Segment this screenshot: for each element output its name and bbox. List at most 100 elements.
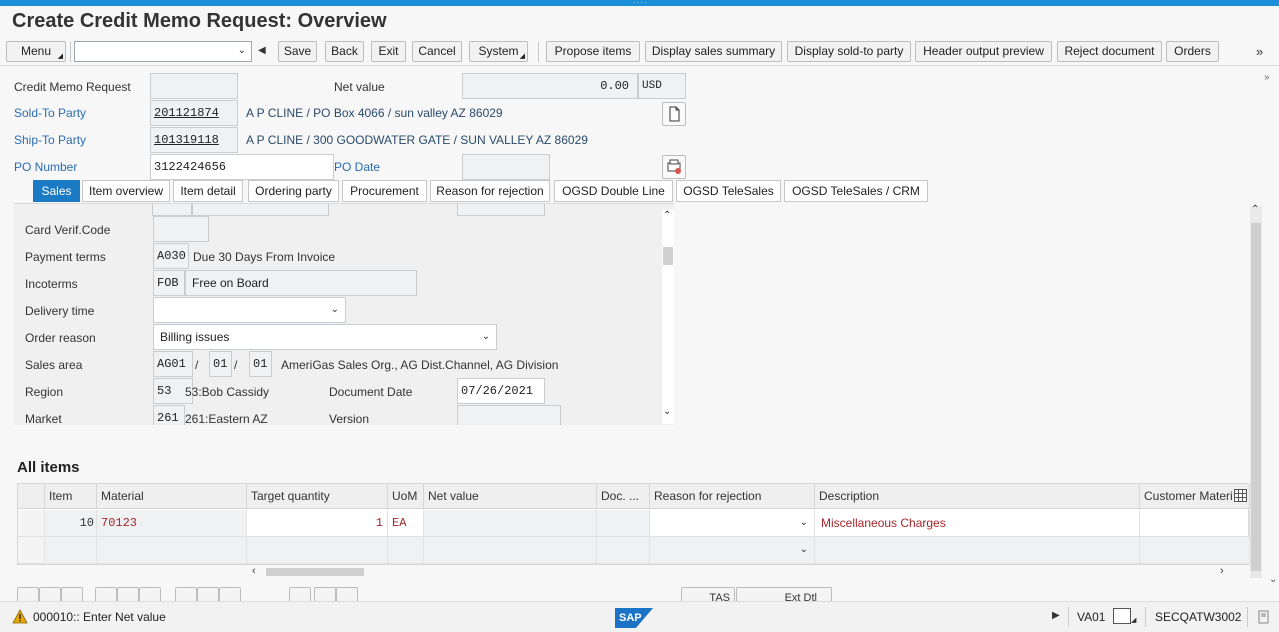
- chevron-up-icon[interactable]: ⌃: [663, 210, 671, 221]
- drag-grip-icon[interactable]: ····: [633, 0, 647, 7]
- chevron-down-icon[interactable]: ⌄: [1269, 574, 1277, 585]
- row-customer-material-cell[interactable]: [1140, 510, 1250, 537]
- column-header-doc[interactable]: Doc. ...: [597, 484, 650, 509]
- details-icon[interactable]: [17, 587, 39, 601]
- tab-ogsd-telesales-crm[interactable]: OGSD TeleSales / CRM: [784, 180, 928, 202]
- chevron-right-icon[interactable]: ›: [1220, 565, 1224, 577]
- row-net-value-cell[interactable]: [424, 510, 597, 537]
- table-horizontal-scrollbar[interactable]: ‹ ›: [250, 565, 1232, 579]
- expand-chevron-icon[interactable]: »: [1264, 72, 1270, 83]
- column-header-net-value[interactable]: Net value: [424, 484, 597, 509]
- print-preview-icon[interactable]: [662, 155, 686, 179]
- payment-terms-field[interactable]: A030: [153, 243, 189, 269]
- save-button[interactable]: Save: [278, 41, 317, 62]
- propose-items-button[interactable]: Propose items: [546, 41, 640, 62]
- row-material-cell[interactable]: 70123: [97, 510, 247, 537]
- delivery-time-select[interactable]: ⌄: [153, 297, 346, 323]
- tab-ogsd-double-line[interactable]: OGSD Double Line: [554, 180, 673, 202]
- partners-icon[interactable]: [314, 587, 336, 601]
- po-date-field[interactable]: [462, 154, 550, 180]
- status-message[interactable]: 000010:: Enter Net value: [33, 610, 166, 624]
- dropdown-triangle-icon[interactable]: ◢: [1131, 616, 1136, 624]
- exit-button[interactable]: Exit: [371, 41, 406, 62]
- row-selector[interactable]: [18, 510, 45, 537]
- sales-org-field[interactable]: AG01: [153, 351, 193, 377]
- deselect-all-icon[interactable]: [117, 587, 139, 601]
- scrollbar-thumb[interactable]: [663, 247, 673, 265]
- reject-document-button[interactable]: Reject document: [1057, 41, 1162, 62]
- row-uom-cell[interactable]: [388, 537, 424, 564]
- incoterms-description-field[interactable]: Free on Board: [185, 270, 417, 296]
- column-header-item[interactable]: Item: [45, 484, 97, 509]
- document-date-field[interactable]: 07/26/2021: [457, 378, 545, 404]
- table-settings-icon[interactable]: [1234, 489, 1247, 502]
- page-scrollbar[interactable]: ⌃: [1250, 204, 1262, 578]
- cancel-button[interactable]: Cancel: [412, 41, 462, 62]
- market-field[interactable]: 261: [153, 405, 185, 425]
- panel-scrollbar[interactable]: ⌃ ⌄: [662, 210, 674, 424]
- configuration-icon[interactable]: [175, 587, 197, 601]
- lock-icon[interactable]: [1257, 608, 1271, 626]
- row-selector-header[interactable]: [18, 484, 45, 509]
- row-uom-cell[interactable]: EA: [388, 510, 424, 537]
- po-number-field[interactable]: 3122424656: [150, 154, 334, 180]
- tab-reason-for-rejection[interactable]: Reason for rejection: [430, 180, 550, 202]
- schedule-lines-icon[interactable]: [197, 587, 219, 601]
- row-target-quantity-cell[interactable]: 1: [247, 510, 388, 537]
- play-right-icon[interactable]: ▶: [1052, 610, 1060, 621]
- document-icon[interactable]: [662, 102, 686, 126]
- display-sold-to-party-button[interactable]: Display sold-to party: [787, 41, 911, 62]
- dist-channel-field[interactable]: 01: [209, 351, 232, 377]
- row-description-cell[interactable]: [815, 537, 1140, 564]
- incoterms-field[interactable]: FOB: [153, 270, 185, 296]
- delete-row-icon[interactable]: [61, 587, 83, 601]
- select-all-icon[interactable]: [95, 587, 117, 601]
- column-header-material[interactable]: Material: [97, 484, 247, 509]
- tas-button[interactable]: TAS: [681, 587, 735, 601]
- column-header-reason-for-rejection[interactable]: Reason for rejection: [650, 484, 815, 509]
- tab-procurement[interactable]: Procurement: [342, 180, 427, 202]
- ship-to-label[interactable]: Ship-To Party: [14, 133, 86, 147]
- version-field[interactable]: [457, 405, 561, 425]
- column-header-target-quantity[interactable]: Target quantity: [247, 484, 388, 509]
- column-header-uom[interactable]: UoM: [388, 484, 424, 509]
- row-description-cell[interactable]: Miscellaneous Charges: [815, 510, 1140, 537]
- row-target-quantity-cell[interactable]: [247, 537, 388, 564]
- tab-item-detail[interactable]: Item detail: [173, 180, 243, 202]
- tab-item-overview[interactable]: Item overview: [82, 180, 170, 202]
- row-selector[interactable]: [18, 537, 45, 564]
- insert-row-icon[interactable]: [39, 587, 61, 601]
- header-output-preview-button[interactable]: Header output preview: [915, 41, 1052, 62]
- session-info-icon[interactable]: [1113, 608, 1131, 624]
- row-reason-select[interactable]: ⌄: [650, 537, 815, 564]
- card-verif-field[interactable]: [153, 216, 209, 242]
- order-reason-select[interactable]: Billing issues ⌄: [153, 324, 497, 350]
- chevron-left-icon[interactable]: ‹: [252, 565, 256, 577]
- back-button[interactable]: Back: [325, 41, 364, 62]
- pricing-icon[interactable]: [139, 587, 161, 601]
- more-chevron-icon[interactable]: »: [1256, 44, 1263, 59]
- command-field[interactable]: ⌄: [74, 41, 252, 62]
- credit-memo-field[interactable]: [150, 73, 238, 99]
- chevron-down-icon[interactable]: ⌄: [663, 406, 671, 417]
- row-customer-material-cell[interactable]: [1140, 537, 1250, 564]
- display-sales-summary-button[interactable]: Display sales summary: [645, 41, 782, 62]
- availability-icon[interactable]: [289, 587, 311, 601]
- row-material-cell[interactable]: [97, 537, 247, 564]
- row-net-value-cell[interactable]: [424, 537, 597, 564]
- sold-to-field[interactable]: 201121874: [150, 100, 238, 126]
- chevron-up-icon[interactable]: ⌃: [1251, 204, 1259, 215]
- tab-sales[interactable]: Sales: [33, 180, 80, 202]
- scrollbar-thumb[interactable]: [1251, 223, 1261, 571]
- division-field[interactable]: 01: [249, 351, 272, 377]
- sold-to-label[interactable]: Sold-To Party: [14, 106, 86, 120]
- edit-icon[interactable]: [336, 587, 358, 601]
- menu-button[interactable]: Menu ◢: [6, 41, 66, 62]
- tab-ordering-party[interactable]: Ordering party: [248, 180, 339, 202]
- tab-ogsd-telesales[interactable]: OGSD TeleSales: [676, 180, 781, 202]
- orders-button[interactable]: Orders: [1166, 41, 1219, 62]
- row-reason-select[interactable]: ⌄: [650, 510, 815, 537]
- scrollbar-thumb[interactable]: [266, 568, 364, 576]
- system-button[interactable]: System ◢: [469, 41, 528, 62]
- column-header-description[interactable]: Description: [815, 484, 1140, 509]
